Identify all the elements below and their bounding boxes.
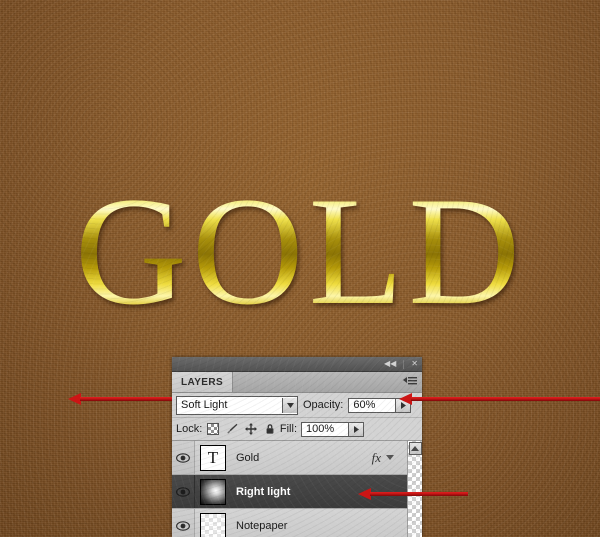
layer-visibility-toggle[interactable] xyxy=(172,509,195,537)
blend-mode-row: Soft Light Opacity: 60% xyxy=(172,393,422,418)
panel-menu-icon[interactable] xyxy=(403,376,417,387)
lock-icon-group xyxy=(207,423,276,435)
layers-panel: ◀◀ ✕ LAYERS Soft Light Opacity: 60% Lock… xyxy=(172,357,422,537)
fill-input[interactable]: 100% xyxy=(301,421,349,437)
scroll-up-button[interactable] xyxy=(408,442,422,455)
close-icon[interactable]: ✕ xyxy=(411,360,418,368)
panel-tab-strip: LAYERS xyxy=(172,372,422,393)
lock-row: Lock: Fill: 100% xyxy=(172,418,422,441)
opacity-stepper-icon[interactable] xyxy=(396,397,412,413)
tab-layers-label: LAYERS xyxy=(181,376,224,388)
lock-all-icon[interactable] xyxy=(264,423,276,435)
layer-effects-group: fx xyxy=(372,450,398,466)
layer-name: Right light xyxy=(236,485,291,498)
fx-icon[interactable]: fx xyxy=(372,450,381,466)
titlebar-divider xyxy=(403,359,405,369)
panel-titlebar: ◀◀ ✕ xyxy=(172,357,422,372)
blend-mode-value: Soft Light xyxy=(181,399,228,411)
layer-name: Gold xyxy=(236,451,260,464)
layers-list: T Gold fx Right light Notepaper xyxy=(172,441,422,537)
text-layer-glyph: T xyxy=(207,447,219,467)
layer-thumbnail[interactable] xyxy=(200,512,226,537)
move-icon[interactable] xyxy=(245,423,258,435)
layer-thumbnail[interactable]: T xyxy=(200,444,226,471)
lock-label: Lock: xyxy=(176,423,203,435)
layers-scrollbar[interactable] xyxy=(407,441,422,537)
gold-text-shadow: GOLD xyxy=(74,165,526,337)
fill-stepper-icon[interactable] xyxy=(349,421,364,437)
opacity-label: Opacity: xyxy=(303,399,344,411)
transparent-pixels-icon[interactable] xyxy=(207,423,220,435)
tab-layers[interactable]: LAYERS xyxy=(172,372,234,392)
table-row[interactable]: Notepaper xyxy=(172,509,422,537)
arrow-to-blend-mode xyxy=(68,393,172,405)
blend-mode-select[interactable]: Soft Light xyxy=(176,395,298,415)
gold-text: GOLD xyxy=(74,165,526,337)
chevron-down-icon[interactable] xyxy=(282,397,297,413)
layer-name: Notepaper xyxy=(236,519,288,532)
fill-label: Fill: xyxy=(279,423,297,435)
layer-visibility-toggle[interactable] xyxy=(172,475,195,508)
table-row[interactable]: Right light xyxy=(172,475,422,509)
paintbrush-icon[interactable] xyxy=(226,423,238,435)
fill-control: Fill: 100% xyxy=(279,421,418,437)
collapse-icon[interactable]: ◀◀ xyxy=(384,360,396,368)
opacity-input[interactable]: 60% xyxy=(348,397,397,413)
fill-value: 100% xyxy=(306,423,335,435)
layer-visibility-toggle[interactable] xyxy=(172,441,195,474)
document-canvas: GOLD GOLD ◀◀ ✕ LAYERS Soft Light Opacity… xyxy=(0,0,600,537)
arrow-to-opacity xyxy=(399,393,600,405)
chevron-down-icon[interactable] xyxy=(386,455,394,460)
table-row[interactable]: T Gold fx xyxy=(172,441,422,475)
chevron-up-icon xyxy=(411,446,419,451)
layer-thumbnail[interactable] xyxy=(200,478,226,505)
opacity-value: 60% xyxy=(353,399,376,411)
opacity-control: 60% xyxy=(348,397,412,413)
artwork-gold-text: GOLD GOLD xyxy=(0,165,600,337)
